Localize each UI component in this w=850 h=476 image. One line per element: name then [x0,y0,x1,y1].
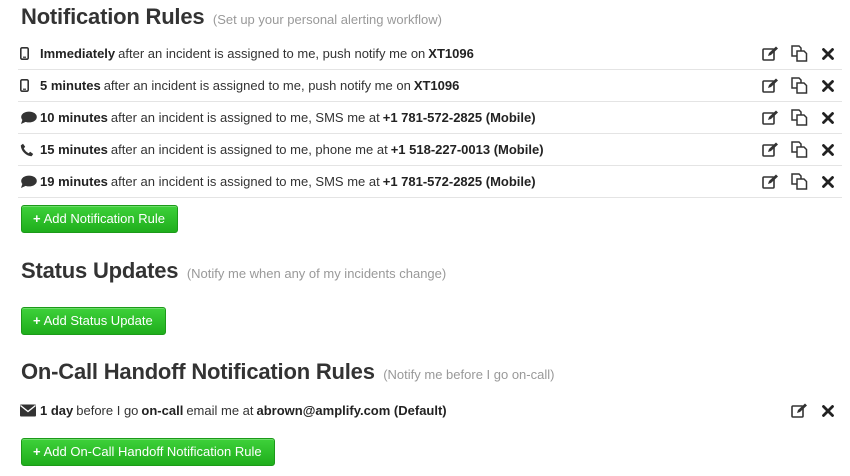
status-updates-title: Status Updates [21,258,179,283]
rule-target: +1 781-572-2825 (Mobile) [382,110,536,125]
plus-icon: + [33,444,41,459]
plus-icon: + [33,313,41,328]
copy-icon[interactable] [789,108,809,128]
rule-target: +1 518-227-0013 (Mobile) [390,142,544,157]
rule-text: after an incident is assigned to me, pho… [110,142,388,157]
plus-icon: + [33,211,41,226]
handoff-rule-row: 1 day before I go on-call email me at abr… [18,395,842,426]
edit-icon[interactable] [760,76,780,96]
edit-icon[interactable] [760,108,780,128]
add-notification-rule-button[interactable]: + Add Notification Rule [21,205,178,233]
edit-icon[interactable] [760,172,780,192]
add-handoff-rule-button[interactable]: + Add On-Call Handoff Notification Rule [21,438,275,466]
rule-text: after an incident is assigned to me, SMS… [110,110,380,125]
delete-icon[interactable] [818,108,838,128]
edit-icon[interactable] [760,44,780,64]
add-notification-rule-label: Add Notification Rule [43,211,165,226]
copy-icon[interactable] [789,172,809,192]
copy-icon[interactable] [789,44,809,64]
rule-delay: 19 minutes [40,174,108,189]
delete-icon[interactable] [818,76,838,96]
rule-text: after an incident is assigned to me, pus… [103,78,411,93]
rule-delay: 5 minutes [40,78,101,93]
status-updates-header: Status Updates (Notify me when any of my… [21,258,446,284]
rule-delay: 10 minutes [40,110,108,125]
add-status-update-label: Add Status Update [43,313,153,328]
phone-handset-icon [20,143,38,157]
rule-delay: 1 day [40,403,74,418]
add-handoff-rule-label: Add On-Call Handoff Notification Rule [43,444,262,459]
speech-bubble-icon [20,175,38,189]
mobile-phone-icon [20,47,38,60]
notification-rule-row: Immediately after an incident is assigne… [18,38,842,70]
rule-delay: 15 minutes [40,142,108,157]
edit-icon[interactable] [760,140,780,160]
handoff-rules-header: On-Call Handoff Notification Rules (Noti… [21,359,554,385]
notification-rule-row: 10 minutes after an incident is assigned… [18,102,842,134]
status-updates-subtitle: (Notify me when any of my incidents chan… [186,266,447,281]
delete-icon[interactable] [818,44,838,64]
rule-text-before: before I go [76,403,139,418]
copy-icon[interactable] [789,140,809,160]
notification-rule-row: 19 minutes after an incident is assigned… [18,166,842,198]
handoff-rules-subtitle: (Notify me before I go on-call) [383,367,555,382]
edit-icon[interactable] [789,401,809,421]
rule-text: after an incident is assigned to me, pus… [118,46,426,61]
notification-rules-subtitle: (Set up your personal alerting workflow) [212,12,442,27]
add-status-update-button[interactable]: + Add Status Update [21,307,166,335]
speech-bubble-icon [20,111,38,125]
notification-rules-list: Immediately after an incident is assigne… [18,38,842,198]
delete-icon[interactable] [818,172,838,192]
rule-target: +1 781-572-2825 (Mobile) [382,174,536,189]
copy-icon[interactable] [789,76,809,96]
rule-target: XT1096 [428,46,474,61]
notification-rule-row: 15 minutes after an incident is assigned… [18,134,842,166]
rule-target: abrown@amplify.com (Default) [256,403,447,418]
delete-icon[interactable] [818,401,838,421]
mobile-phone-icon [20,79,38,92]
rule-text: after an incident is assigned to me, SMS… [110,174,380,189]
rule-target: XT1096 [413,78,460,93]
delete-icon[interactable] [818,140,838,160]
rule-text-after: email me at [186,403,254,418]
rule-oncall: on-call [141,403,184,418]
rule-delay: Immediately [40,46,116,61]
notification-rules-title: Notification Rules [21,4,205,29]
envelope-icon [20,404,38,417]
handoff-rules-title: On-Call Handoff Notification Rules [21,359,375,384]
notification-rule-row: 5 minutes after an incident is assigned … [18,70,842,102]
notification-rules-header: Notification Rules (Set up your personal… [21,4,442,30]
